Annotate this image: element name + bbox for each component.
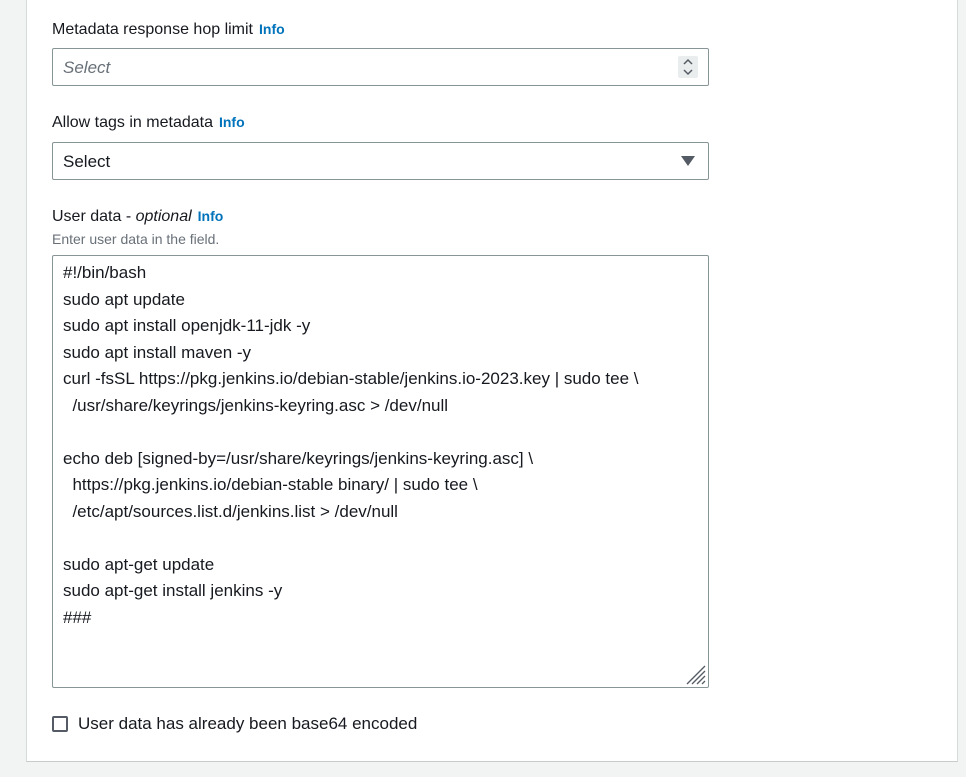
user-data-description: Enter user data in the field. <box>52 231 220 247</box>
advanced-details-panel: Metadata response hop limit Info Select A… <box>26 0 958 762</box>
allow-tags-select[interactable]: Select <box>52 142 709 180</box>
base64-checkbox-row[interactable]: User data has already been base64 encode… <box>52 714 417 734</box>
user-data-info-link[interactable]: Info <box>198 208 224 224</box>
hop-limit-placeholder: Select <box>63 58 111 77</box>
base64-checkbox-label[interactable]: User data has already been base64 encode… <box>78 714 417 734</box>
hop-limit-label-text: Metadata response hop limit <box>52 21 253 38</box>
hop-limit-info-link[interactable]: Info <box>259 21 285 37</box>
hop-limit-input[interactable]: Select <box>52 48 709 86</box>
base64-checkbox[interactable] <box>52 716 68 732</box>
user-data-label-text: User data - <box>52 208 136 225</box>
resize-handle-icon[interactable] <box>684 663 706 685</box>
hop-limit-stepper[interactable] <box>678 56 698 78</box>
user-data-textarea[interactable]: #!/bin/bash sudo apt update sudo apt ins… <box>52 255 709 688</box>
hop-limit-label: Metadata response hop limit Info <box>52 19 285 40</box>
user-data-content[interactable]: #!/bin/bash sudo apt update sudo apt ins… <box>53 256 708 635</box>
user-data-optional: optional <box>135 208 192 225</box>
user-data-label: User data - optional Info <box>52 206 223 227</box>
allow-tags-label: Allow tags in metadata Info <box>52 112 245 133</box>
allow-tags-value: Select <box>63 152 111 171</box>
allow-tags-label-text: Allow tags in metadata <box>52 114 213 131</box>
allow-tags-info-link[interactable]: Info <box>219 114 245 130</box>
stepper-arrows-icon <box>683 58 693 76</box>
caret-down-icon <box>681 156 695 166</box>
